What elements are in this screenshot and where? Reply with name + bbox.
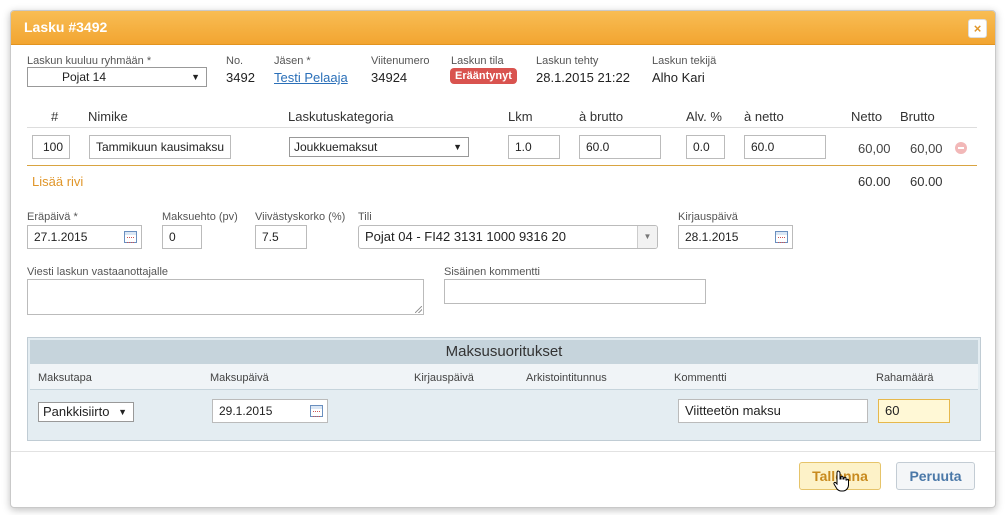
cancel-button[interactable]: Peruuta <box>896 462 975 490</box>
row-net-value: 60,00 <box>858 141 891 156</box>
total-net-value: 60.00 <box>858 174 891 189</box>
payment-date-input[interactable]: 29.1.2015 <box>212 399 328 423</box>
due-date-value: 27.1.2015 <box>34 230 88 244</box>
chevron-down-icon: ▼ <box>191 72 200 82</box>
calendar-icon[interactable] <box>310 405 323 417</box>
status-label: Laskun tila <box>451 55 504 67</box>
resize-grip-icon[interactable] <box>415 306 422 313</box>
col-item: Nimike <box>88 109 128 124</box>
chevron-down-icon: ▼ <box>637 226 657 248</box>
group-label: Laskun kuuluu ryhmään * <box>27 55 152 67</box>
payment-date-value: 29.1.2015 <box>219 404 273 418</box>
terms-input[interactable]: 0 <box>162 225 202 249</box>
payments-panel: Maksusuoritukset Maksutapa Maksupäivä Ki… <box>27 337 981 441</box>
member-label: Jäsen * <box>274 55 311 67</box>
booking-date-label: Kirjauspäivä <box>678 211 738 223</box>
payments-header-row: Maksutapa Maksupäivä Kirjauspäivä Arkist… <box>30 364 978 390</box>
calendar-icon[interactable] <box>775 231 788 243</box>
author-value: Alho Kari <box>652 70 705 85</box>
chevron-down-icon: ▼ <box>118 407 127 417</box>
message-label: Viesti laskun vastaanottajalle <box>27 266 169 278</box>
comment-label: Sisäinen kommentti <box>444 266 540 278</box>
invoice-dialog: Lasku #3492 × Laskun kuuluu ryhmään * Po… <box>10 10 996 508</box>
interest-input[interactable]: 7.5 <box>255 225 307 249</box>
interest-label: Viivästyskorko (%) <box>255 211 346 223</box>
payments-col-booking: Kirjauspäivä <box>414 372 474 384</box>
due-date-input[interactable]: 27.1.2015 <box>27 225 142 249</box>
terms-label: Maksuehto (pv) <box>162 211 238 223</box>
row-num-input[interactable]: 100 <box>32 135 70 159</box>
payment-method-value: Pankkisiirto <box>43 404 110 419</box>
row-category-value: Joukkuemaksut <box>294 140 378 154</box>
row-item-input[interactable]: Tammikuun kausimaksu <box>89 135 231 159</box>
chevron-down-icon: ▼ <box>453 142 462 152</box>
footer-divider <box>11 451 995 452</box>
account-select-value: Pojat 04 - FI42 3131 1000 9316 20 <box>365 229 566 244</box>
message-textarea[interactable] <box>27 279 424 315</box>
calendar-icon[interactable] <box>124 231 137 243</box>
payment-amount-input[interactable]: 60 <box>878 399 950 423</box>
dialog-title: Lasku #3492 <box>24 19 108 35</box>
payments-col-comment: Kommentti <box>674 372 727 384</box>
payments-col-amount: Rahamäärä <box>876 372 934 384</box>
col-net: Netto <box>851 109 883 124</box>
total-gross-value: 60.00 <box>910 174 943 189</box>
remove-row-icon[interactable] <box>955 142 967 154</box>
created-value: 28.1.2015 21:22 <box>536 70 630 85</box>
row-gross-unit-input[interactable]: 60.0 <box>579 135 661 159</box>
due-date-label: Eräpäivä * <box>27 211 78 223</box>
payments-col-archive: Arkistointitunnus <box>526 372 607 384</box>
payment-comment-input[interactable]: Viitteetön maksu <box>678 399 868 423</box>
row-gross-value: 60,00 <box>910 141 943 156</box>
hand-cursor-icon <box>833 470 849 492</box>
row-category-select[interactable]: Joukkuemaksut ▼ <box>289 137 469 157</box>
dialog-header: Lasku #3492 × <box>11 11 995 45</box>
author-label: Laskun tekijä <box>652 55 717 67</box>
payments-col-date: Maksupäivä <box>210 372 269 384</box>
col-gross: Brutto <box>900 109 935 124</box>
invoice-no-label: No. <box>226 55 244 67</box>
invoice-no-value: 3492 <box>226 70 255 85</box>
booking-date-input[interactable]: 28.1.2015 <box>678 225 793 249</box>
close-icon[interactable]: × <box>968 19 987 38</box>
member-link[interactable]: Testi Pelaaja <box>274 70 348 85</box>
row-net-unit-input[interactable]: 60.0 <box>744 135 826 159</box>
col-vat: Alv. % <box>686 109 722 124</box>
comment-input[interactable] <box>444 279 706 304</box>
add-row-link[interactable]: Lisää rivi <box>32 174 83 189</box>
booking-date-value: 28.1.2015 <box>685 230 739 244</box>
account-label: Tili <box>358 211 372 223</box>
table-row-divider <box>27 165 977 166</box>
payments-col-method: Maksutapa <box>38 372 92 384</box>
status-badge: Erääntynyt <box>450 68 517 84</box>
reference-label: Viitenumero <box>371 55 430 67</box>
col-num: # <box>51 109 59 124</box>
account-select[interactable]: Pojat 04 - FI42 3131 1000 9316 20 ▼ <box>358 225 658 249</box>
col-net-unit: à netto <box>744 109 784 124</box>
group-select[interactable]: Pojat 14 ▼ <box>27 67 207 87</box>
col-gross-unit: à brutto <box>579 109 624 124</box>
group-select-value: Pojat 14 <box>62 70 107 84</box>
payment-method-select[interactable]: Pankkisiirto ▼ <box>38 402 134 422</box>
row-qty-input[interactable]: 1.0 <box>508 135 560 159</box>
col-category: Laskutuskategoria <box>288 109 394 124</box>
col-qty: Lkm <box>508 109 533 124</box>
reference-value: 34924 <box>371 70 408 85</box>
created-label: Laskun tehty <box>536 55 599 67</box>
table-header-divider <box>27 127 977 128</box>
row-vat-input[interactable]: 0.0 <box>686 135 725 159</box>
payments-title: Maksusuoritukset <box>30 340 978 364</box>
